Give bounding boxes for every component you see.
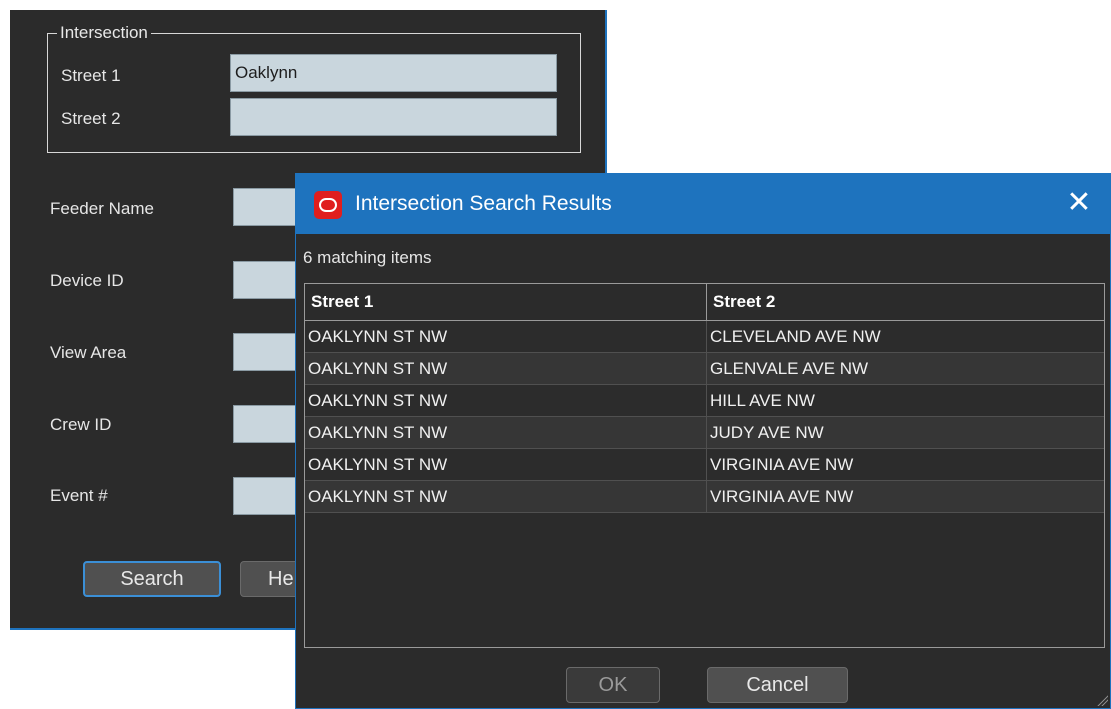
ok-button[interactable]: OK	[566, 667, 660, 703]
cell-street1: OAKLYNN ST NW	[308, 455, 448, 474]
table-row[interactable]: OAKLYNN ST NW GLENVALE AVE NW	[305, 353, 1104, 385]
cancel-button[interactable]: Cancel	[707, 667, 848, 703]
feeder-name-label: Feeder Name	[50, 199, 154, 218]
street2-label: Street 2	[61, 109, 121, 128]
search-button[interactable]: Search	[83, 561, 221, 597]
street1-label: Street 1	[61, 66, 121, 85]
table-row[interactable]: OAKLYNN ST NW VIRGINIA AVE NW	[305, 449, 1104, 481]
resize-grip-icon[interactable]	[1096, 694, 1108, 706]
cell-street1: OAKLYNN ST NW	[308, 423, 448, 442]
cell-street2: VIRGINIA AVE NW	[706, 481, 1104, 512]
street1-input[interactable]	[230, 54, 557, 92]
cell-street1: OAKLYNN ST NW	[308, 327, 448, 346]
column-header-street2[interactable]: Street 2	[706, 284, 1104, 320]
close-icon[interactable]: ✕	[1062, 186, 1096, 220]
table-row[interactable]: OAKLYNN ST NW JUDY AVE NW	[305, 417, 1104, 449]
dialog-title: Intersection Search Results	[355, 192, 612, 215]
crew-id-label: Crew ID	[50, 415, 112, 434]
cell-street2: VIRGINIA AVE NW	[706, 449, 1104, 480]
column-header-street1[interactable]: Street 1	[305, 284, 706, 320]
table-body: OAKLYNN ST NW CLEVELAND AVE NW OAKLYNN S…	[305, 321, 1104, 513]
cell-street1: OAKLYNN ST NW	[308, 487, 448, 506]
table-row[interactable]: OAKLYNN ST NW HILL AVE NW	[305, 385, 1104, 417]
cell-street2: HILL AVE NW	[706, 385, 1104, 416]
cell-street2: JUDY AVE NW	[706, 417, 1104, 448]
table-row[interactable]: OAKLYNN ST NW CLEVELAND AVE NW	[305, 321, 1104, 353]
oracle-logo-icon	[314, 191, 342, 219]
cell-street2: GLENVALE AVE NW	[706, 353, 1104, 384]
intersection-group: Intersection Street 1 Street 2	[47, 23, 581, 153]
intersection-legend: Intersection	[57, 23, 151, 43]
event-label: Event #	[50, 486, 108, 505]
cell-street1: OAKLYNN ST NW	[308, 391, 448, 410]
results-table: Street 1 Street 2 OAKLYNN ST NW CLEVELAN…	[304, 283, 1105, 648]
table-row[interactable]: OAKLYNN ST NW VIRGINIA AVE NW	[305, 481, 1104, 513]
intersection-search-results-dialog: Intersection Search Results ✕ 6 matching…	[295, 173, 1111, 709]
cell-street1: OAKLYNN ST NW	[308, 359, 448, 378]
dialog-title-bar[interactable]: Intersection Search Results ✕	[296, 174, 1110, 234]
street2-input[interactable]	[230, 98, 557, 136]
table-header: Street 1 Street 2	[305, 284, 1104, 321]
match-count: 6 matching items	[303, 248, 432, 267]
device-id-label: Device ID	[50, 271, 124, 290]
view-area-label: View Area	[50, 343, 127, 362]
cell-street2: CLEVELAND AVE NW	[706, 321, 1104, 352]
